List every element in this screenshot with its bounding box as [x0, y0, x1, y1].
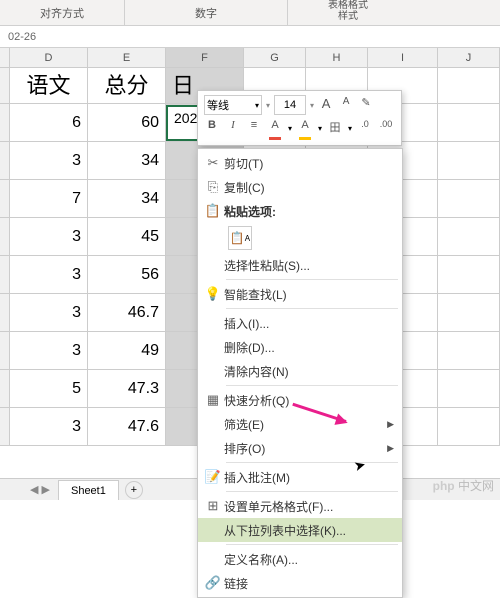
menu-cut[interactable]: ✂剪切(T): [198, 151, 402, 175]
cell[interactable]: 49: [88, 332, 166, 369]
decrease-decimal-icon[interactable]: .0: [357, 119, 373, 137]
cell[interactable]: 56: [88, 256, 166, 293]
cell[interactable]: 6: [10, 104, 88, 141]
menu-define-name[interactable]: 定义名称(A)...: [198, 547, 402, 571]
menu-link[interactable]: 🔗链接: [198, 571, 402, 595]
ribbon-align-group: 对齐方式: [0, 0, 125, 25]
menu-insert-comment[interactable]: 📝插入批注(M): [198, 465, 402, 489]
cell[interactable]: 34: [88, 142, 166, 179]
header-cell[interactable]: 总分: [88, 68, 166, 103]
cell[interactable]: 7: [10, 180, 88, 217]
mini-toolbar: 等线▾ ▾ 14 ▾ A A ✎ B I ≡ A ▾ A ▾ 田 ▾ .0 .0…: [197, 90, 402, 146]
column-headers: D E F G H I J: [0, 48, 500, 68]
cell[interactable]: 45: [88, 218, 166, 255]
menu-paste-special[interactable]: 选择性粘贴(S)...: [198, 253, 402, 277]
comment-icon: 📝: [202, 469, 224, 485]
col-header-J[interactable]: J: [438, 48, 500, 67]
link-icon: 🔗: [202, 575, 224, 591]
bold-button[interactable]: B: [204, 119, 220, 137]
cell[interactable]: 60: [88, 104, 166, 141]
align-button[interactable]: ≡: [246, 119, 262, 137]
col-header-D[interactable]: D: [10, 48, 88, 67]
menu-paste-option[interactable]: 📋A: [198, 223, 402, 253]
font-color-button[interactable]: A: [267, 119, 283, 137]
cell[interactable]: 47.3: [88, 370, 166, 407]
ribbon-bar: 对齐方式 数字 表格格式样式: [0, 0, 500, 26]
cell[interactable]: 3: [10, 408, 88, 445]
menu-dropdown-list[interactable]: 从下拉列表中选择(K)...: [198, 518, 402, 542]
menu-delete[interactable]: 删除(D)...: [198, 335, 402, 359]
font-selector[interactable]: 等线▾: [204, 95, 262, 115]
col-header-E[interactable]: E: [88, 48, 166, 67]
cell[interactable]: 5: [10, 370, 88, 407]
decrease-font-icon[interactable]: A: [338, 96, 354, 114]
add-sheet-button[interactable]: +: [125, 481, 143, 499]
cell[interactable]: 3: [10, 256, 88, 293]
cell[interactable]: 47.6: [88, 408, 166, 445]
menu-sort[interactable]: 排序(O)▶: [198, 436, 402, 460]
cell[interactable]: 3: [10, 332, 88, 369]
watermark: php php 中文网中文网: [433, 477, 494, 494]
ribbon-number-group: 数字: [125, 0, 288, 25]
context-menu: ✂剪切(T) ⎘复制(C) 📋粘贴选项: 📋A 选择性粘贴(S)... 💡智能查…: [197, 148, 403, 598]
chevron-right-icon: ▶: [387, 443, 394, 454]
lightbulb-icon: 💡: [202, 286, 224, 302]
cell[interactable]: 34: [88, 180, 166, 217]
format-icon: ⊞: [202, 498, 224, 514]
menu-format-cells[interactable]: ⊞设置单元格格式(F)...: [198, 494, 402, 518]
col-header-H[interactable]: H: [306, 48, 368, 67]
col-header-F[interactable]: F: [166, 48, 244, 67]
menu-paste-options-label: 📋粘贴选项:: [198, 199, 402, 223]
menu-filter[interactable]: 筛选(E)▶: [198, 412, 402, 436]
sheet-tab[interactable]: Sheet1: [58, 480, 119, 500]
menu-insert[interactable]: 插入(I)...: [198, 311, 402, 335]
fill-color-button[interactable]: A: [297, 119, 313, 137]
col-header-G[interactable]: G: [244, 48, 306, 67]
col-header-I[interactable]: I: [368, 48, 438, 67]
analysis-icon: ▦: [202, 392, 224, 408]
increase-decimal-icon[interactable]: .00: [378, 119, 394, 137]
chevron-right-icon: ▶: [387, 419, 394, 430]
menu-smart-lookup[interactable]: 💡智能查找(L): [198, 282, 402, 306]
italic-button[interactable]: I: [225, 119, 241, 137]
scissors-icon: ✂: [202, 155, 224, 171]
cell[interactable]: 3: [10, 218, 88, 255]
menu-clear[interactable]: 清除内容(N): [198, 359, 402, 383]
formula-bar[interactable]: 02-26: [0, 26, 500, 48]
border-button[interactable]: 田: [327, 119, 343, 137]
format-painter-icon[interactable]: ✎: [358, 96, 374, 114]
increase-font-icon[interactable]: A: [318, 96, 334, 114]
clipboard-icon: 📋A: [228, 226, 252, 250]
cell[interactable]: 3: [10, 294, 88, 331]
cell[interactable]: 46.7: [88, 294, 166, 331]
ribbon-styles-group: 表格格式样式: [288, 0, 408, 25]
header-cell[interactable]: 语文: [10, 68, 88, 103]
font-size[interactable]: 14: [274, 95, 306, 115]
menu-copy[interactable]: ⎘复制(C): [198, 175, 402, 199]
annotation-arrow: [290, 420, 346, 423]
paste-icon: 📋: [202, 203, 224, 219]
cell[interactable]: 3: [10, 142, 88, 179]
copy-icon: ⎘: [202, 179, 224, 195]
